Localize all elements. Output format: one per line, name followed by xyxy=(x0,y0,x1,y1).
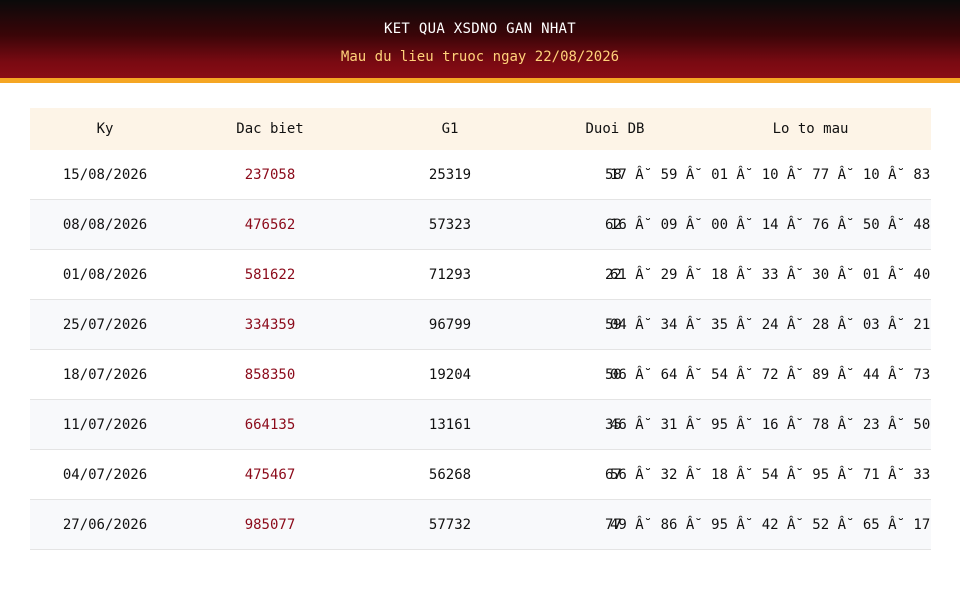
dac-biet-cell: 581622 xyxy=(244,266,296,283)
ky-cell: 25/07/2026 xyxy=(62,316,148,333)
table-row: 04/07/2026 475467 56268 67 56 Â˘ 32 Â˘ 1… xyxy=(30,450,931,500)
g1-cell: 57323 xyxy=(428,216,472,233)
table-row: 08/08/2026 476562 57323 62 16 Â˘ 09 Â˘ 0… xyxy=(30,200,931,250)
lo-to-cell: 06 Â˘ 64 Â˘ 54 Â˘ 72 Â˘ 89 Â˘ 44 Â˘ 73 xyxy=(610,366,931,383)
dac-biet-cell: 476562 xyxy=(244,216,296,233)
column-header-lo-to-mau: Lo to mau xyxy=(772,121,849,137)
lo-to-cell: 49 Â˘ 86 Â˘ 95 Â˘ 42 Â˘ 52 Â˘ 65 Â˘ 17 xyxy=(610,516,931,533)
ky-cell: 01/08/2026 xyxy=(62,266,148,283)
g1-cell: 96799 xyxy=(428,316,472,333)
dac-biet-cell: 858350 xyxy=(244,366,296,383)
ky-cell: 04/07/2026 xyxy=(62,466,148,483)
lo-to-cell: 56 Â˘ 32 Â˘ 18 Â˘ 54 Â˘ 95 Â˘ 71 Â˘ 33 xyxy=(610,466,931,483)
column-header-duoi-db: Duoi DB xyxy=(585,121,645,137)
table-header: Ky Dac biet G1 Duoi DB Lo to mau xyxy=(30,108,931,150)
results-page: KET QUA XSDNO GAN NHAT Mau du lieu truoc… xyxy=(0,0,960,590)
column-header-ky: Ky xyxy=(96,121,114,137)
g1-cell: 57732 xyxy=(428,516,472,533)
dac-biet-cell: 334359 xyxy=(244,316,296,333)
dac-biet-cell: 475467 xyxy=(244,466,296,483)
dac-biet-cell: 985077 xyxy=(244,516,296,533)
table-row: 27/06/2026 985077 57732 77 49 Â˘ 86 Â˘ 9… xyxy=(30,500,931,550)
table-body: 15/08/2026 237058 25319 58 17 Â˘ 59 Â˘ 0… xyxy=(30,150,931,550)
dac-biet-cell: 237058 xyxy=(244,166,296,183)
g1-cell: 19204 xyxy=(428,366,472,383)
ky-cell: 08/08/2026 xyxy=(62,216,148,233)
g1-cell: 25319 xyxy=(428,166,472,183)
ky-cell: 18/07/2026 xyxy=(62,366,148,383)
column-header-g1: G1 xyxy=(441,121,459,137)
g1-cell: 13161 xyxy=(428,416,472,433)
lo-to-cell: 61 Â˘ 29 Â˘ 18 Â˘ 33 Â˘ 30 Â˘ 01 Â˘ 40 xyxy=(610,266,931,283)
lo-to-cell: 17 Â˘ 59 Â˘ 01 Â˘ 10 Â˘ 77 Â˘ 10 Â˘ 83 xyxy=(610,166,931,183)
g1-cell: 71293 xyxy=(428,266,472,283)
ky-cell: 11/07/2026 xyxy=(62,416,148,433)
dac-biet-cell: 664135 xyxy=(244,416,296,433)
results-table: Ky Dac biet G1 Duoi DB Lo to mau 15/08/2… xyxy=(30,108,931,550)
ky-cell: 15/08/2026 xyxy=(62,166,148,183)
page-title: KET QUA XSDNO GAN NHAT xyxy=(383,21,577,37)
table-row: 01/08/2026 581622 71293 22 61 Â˘ 29 Â˘ 1… xyxy=(30,250,931,300)
ky-cell: 27/06/2026 xyxy=(62,516,148,533)
page-subtitle: Mau du lieu truoc ngay 22/08/2026 xyxy=(340,49,620,65)
table-row: 18/07/2026 858350 19204 50 06 Â˘ 64 Â˘ 5… xyxy=(30,350,931,400)
header-divider xyxy=(0,78,960,83)
page-header: KET QUA XSDNO GAN NHAT Mau du lieu truoc… xyxy=(0,0,960,78)
lo-to-cell: 46 Â˘ 31 Â˘ 95 Â˘ 16 Â˘ 78 Â˘ 23 Â˘ 50 xyxy=(610,416,931,433)
table-row: 11/07/2026 664135 13161 35 46 Â˘ 31 Â˘ 9… xyxy=(30,400,931,450)
lo-to-cell: 04 Â˘ 34 Â˘ 35 Â˘ 24 Â˘ 28 Â˘ 03 Â˘ 21 xyxy=(610,316,931,333)
g1-cell: 56268 xyxy=(428,466,472,483)
column-header-dac-biet: Dac biet xyxy=(236,121,304,137)
table-row: 15/08/2026 237058 25319 58 17 Â˘ 59 Â˘ 0… xyxy=(30,150,931,200)
table-row: 25/07/2026 334359 96799 59 04 Â˘ 34 Â˘ 3… xyxy=(30,300,931,350)
lo-to-cell: 16 Â˘ 09 Â˘ 00 Â˘ 14 Â˘ 76 Â˘ 50 Â˘ 48 xyxy=(610,216,931,233)
